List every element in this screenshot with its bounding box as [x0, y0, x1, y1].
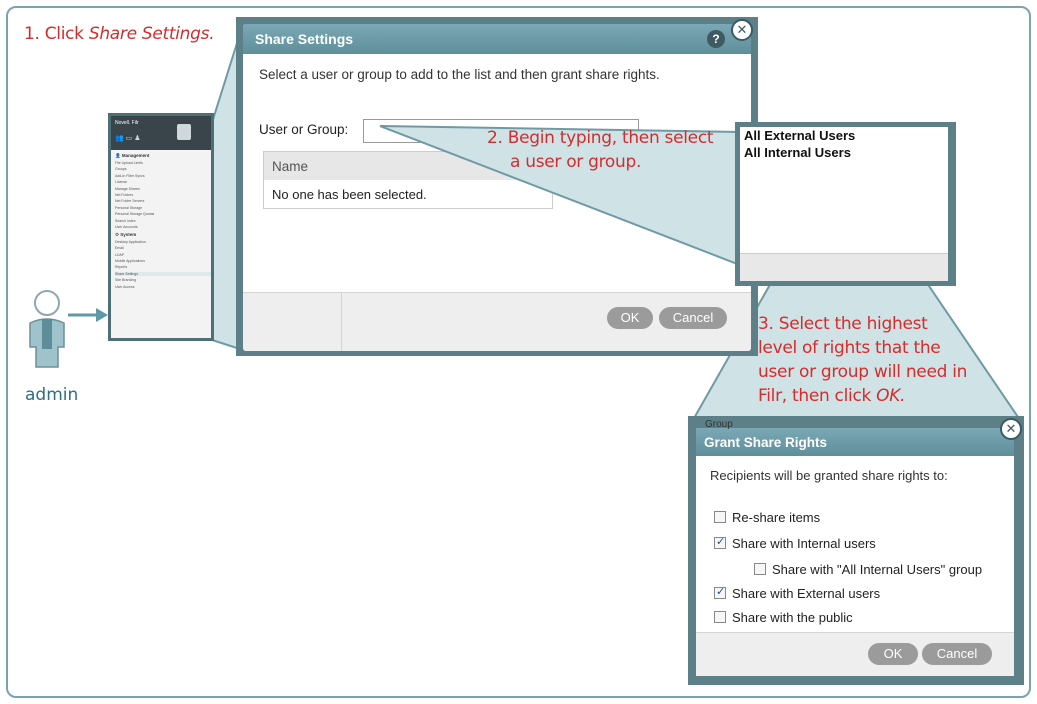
step3-text-line3: user or group will need in [758, 362, 968, 382]
share-right-option[interactable]: Share with Internal users [714, 535, 876, 551]
mini-management-item[interactable]: Net Folders [115, 193, 211, 197]
dropdown-footer [740, 253, 948, 281]
step3-text-line4: Filr, then click OK. [758, 386, 906, 406]
grant-share-rights-frame: Grant Share Rights Recipients will be gr… [688, 416, 1024, 685]
mini-system-item[interactable]: Desktop Application [115, 240, 211, 244]
close-icon[interactable]: ✕ [731, 19, 753, 41]
step3-text-line2: level of rights that the [758, 338, 941, 358]
footer-divider [341, 293, 342, 351]
mini-system-item[interactable]: Site Branding [115, 278, 211, 282]
mini-management-item[interactable]: File Upload Limits [115, 161, 211, 165]
user-dropdown-frame: All External Users All Internal Users [735, 122, 956, 286]
arrow-icon [68, 308, 108, 322]
mini-system-item[interactable]: Mobile Applications [115, 259, 211, 263]
checkbox-icon[interactable] [714, 585, 726, 599]
grant-dialog-title: Grant Share Rights [696, 428, 1014, 456]
share-right-option[interactable]: Share with External users [714, 585, 881, 601]
mini-management-item[interactable]: Groups [115, 167, 211, 171]
grant-cancel-button[interactable]: Cancel [922, 643, 992, 665]
dialog-title: Share Settings ? [243, 24, 751, 54]
grant-ok-button[interactable]: OK [868, 643, 918, 665]
mini-system-item[interactable]: Reports [115, 265, 211, 269]
mini-section-management: 👤 Management [115, 153, 150, 158]
grant-share-rights-dialog: Grant Share Rights Recipients will be gr… [696, 428, 1014, 676]
dialog-description: Select a user or group to add to the lis… [259, 67, 660, 82]
dropdown-option[interactable]: All External Users [740, 127, 948, 144]
option-label: Share with the public [732, 610, 853, 625]
table-header-name[interactable]: Name [264, 152, 552, 180]
mini-system-item[interactable]: Email [115, 246, 211, 250]
share-settings-dialog-frame: Share Settings ? Select a user or group … [236, 17, 758, 356]
share-right-option[interactable]: Share with the public [714, 610, 853, 625]
mini-management-item[interactable]: User Accounts [115, 225, 211, 229]
mini-tab-icons: 👥 ▭ ♟ [115, 135, 141, 142]
mini-management-item[interactable]: Manage Shares [115, 187, 211, 191]
table-empty-message: No one has been selected. [272, 187, 427, 202]
grant-dialog-footer: OK Cancel [696, 632, 1014, 676]
ok-button[interactable]: OK [607, 307, 653, 329]
step2-text-line1: 2. Begin typing, then select [487, 128, 714, 148]
mini-management-item[interactable]: Net Folder Servers [115, 199, 211, 203]
group-column-peek: Group [705, 419, 733, 430]
option-label: Re-share items [732, 510, 821, 525]
user-dropdown: All External Users All Internal Users [740, 127, 948, 281]
mini-header: Novell. Filr 👥 ▭ ♟ [111, 116, 211, 150]
option-label: Share with "All Internal Users" group [772, 562, 983, 577]
step1-text: 1. Click Share Settings. [24, 24, 215, 44]
mini-system-item[interactable]: LDAP [115, 253, 211, 257]
cancel-button[interactable]: Cancel [659, 307, 727, 329]
share-right-option[interactable]: Share with "All Internal Users" group [754, 562, 982, 577]
share-right-option[interactable]: Re-share items [714, 510, 820, 525]
checkbox-icon[interactable] [714, 535, 726, 549]
dropdown-option[interactable]: All Internal Users [740, 144, 948, 161]
mini-brand: Novell. Filr [115, 120, 139, 126]
admin-user-icon [29, 290, 65, 368]
mini-management-item[interactable]: Add-In Filter Syncs [115, 174, 211, 178]
mini-section-system: ⚙ System [115, 231, 137, 237]
user-or-group-label: User or Group: [259, 122, 349, 137]
checkbox-icon[interactable] [714, 611, 726, 623]
checkbox-icon[interactable] [754, 563, 766, 575]
option-label: Share with External users [732, 586, 881, 601]
mini-admin-console: Novell. Filr 👥 ▭ ♟ 👤 Management File Upl… [108, 113, 214, 341]
share-settings-dialog: Share Settings ? Select a user or group … [243, 24, 751, 351]
mini-files-icon [177, 124, 191, 140]
dialog-footer: OK Cancel [243, 292, 751, 351]
mini-system-item[interactable]: Share Settings [115, 271, 211, 276]
help-icon[interactable]: ? [707, 30, 725, 48]
mini-management-item[interactable]: Personal Storage Quotas [115, 212, 211, 216]
mini-management-item[interactable]: License [115, 180, 211, 184]
mini-management-item[interactable]: Search Index [115, 219, 211, 223]
mini-management-item[interactable]: Personal Storage [115, 206, 211, 210]
option-label: Share with Internal users [732, 536, 876, 551]
grant-dialog-description: Recipients will be granted share rights … [710, 468, 948, 483]
admin-label: admin [25, 385, 79, 405]
step3-text-line1: 3. Select the highest [758, 314, 928, 334]
grant-close-icon[interactable]: ✕ [1000, 418, 1022, 440]
step2-text-line2: a user or group. [510, 152, 642, 172]
mini-system-item[interactable]: User Access [115, 285, 211, 289]
checkbox-icon[interactable] [714, 511, 726, 523]
